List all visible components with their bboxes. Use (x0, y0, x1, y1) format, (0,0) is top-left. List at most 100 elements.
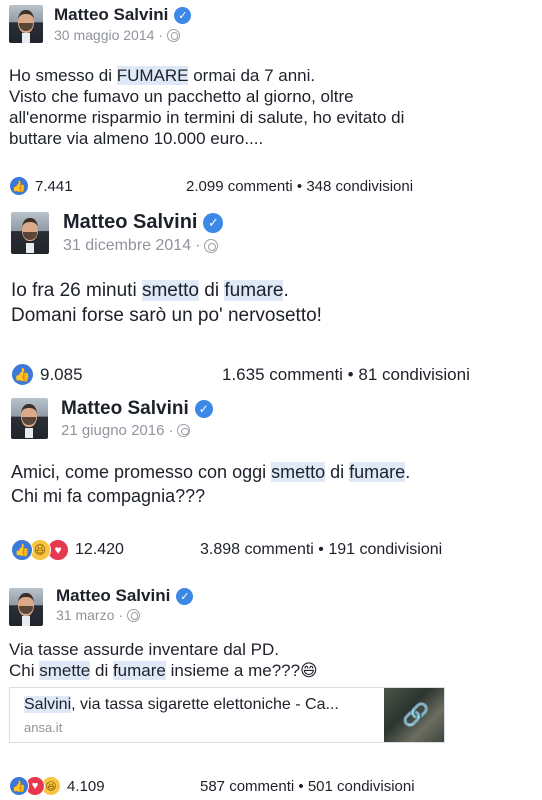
post-date[interactable]: 30 maggio 2014 (54, 27, 154, 43)
shares-count[interactable]: 501 condivisioni (308, 778, 415, 795)
highlighted-word: smetto (271, 462, 326, 482)
text-segment: di (325, 462, 350, 482)
text-segment: Chi mi fa compagnia??? (11, 486, 206, 506)
text-segment: Ho smesso di (9, 66, 117, 85)
link-chain-icon: 🔗 (402, 702, 430, 727)
post-1: Matteo Salvini ✓ 30 maggio 2014 · Ho sme… (0, 0, 542, 200)
separator: • (294, 778, 308, 795)
reactions-summary[interactable]: 👍 9.085 (11, 363, 83, 386)
link-title[interactable]: Salvini, via tassa sigarette elettoniche… (24, 696, 339, 714)
reactions-summary[interactable]: 👍 😆 ♥ 12.420 (11, 539, 124, 561)
shares-count[interactable]: 191 condivisioni (328, 541, 442, 558)
text-segment: Chi (9, 661, 40, 680)
reaction-icons[interactable]: 👍 (11, 363, 34, 386)
text-line: all'enorme risparmio in termini di salut… (9, 107, 404, 128)
like-icon[interactable]: 👍 (9, 776, 29, 796)
post-date[interactable]: 31 dicembre 2014 (63, 237, 191, 255)
post-text: Io fra 26 minuti smetto di fumare. Domani… (11, 278, 322, 328)
text-segment: buttare via almeno 10.000 euro.... (9, 129, 264, 148)
comments-count[interactable]: 3.898 commenti (200, 541, 314, 558)
text-segment: , via tassa sigarette elettoniche - Ca..… (71, 696, 339, 713)
comments-shares: 587 commenti • 501 condivisioni (200, 778, 415, 795)
separator: • (292, 178, 307, 195)
highlighted-word: FUMARE (116, 66, 189, 85)
verified-badge-icon: ✓ (203, 212, 224, 233)
author-name[interactable]: Matteo Salvini (61, 398, 189, 420)
text-line: Chi smette di fumare insieme a me???😄 (9, 660, 318, 681)
dot-separator: · (195, 237, 201, 254)
avatar[interactable] (11, 212, 49, 254)
reaction-count[interactable]: 9.085 (40, 365, 83, 385)
text-segment: Io fra 26 minuti (11, 280, 142, 301)
avatar[interactable] (11, 398, 48, 439)
link-domain: ansa.it (24, 720, 63, 735)
dot-separator: · (158, 27, 164, 43)
text-line: Via tasse assurde inventare dal PD. (9, 639, 318, 660)
like-icon[interactable]: 👍 (9, 176, 29, 196)
verified-badge-icon: ✓ (176, 587, 194, 605)
text-segment: insieme a me???😄 (165, 661, 318, 680)
text-segment: Amici, come promesso con oggi (11, 462, 272, 482)
reaction-icons[interactable]: 👍 😆 ♥ (11, 539, 69, 561)
verified-badge-icon: ✓ (174, 6, 192, 24)
shares-count[interactable]: 81 condivisioni (358, 365, 470, 384)
avatar[interactable] (9, 5, 43, 43)
reaction-count[interactable]: 7.441 (35, 178, 73, 195)
globe-icon (167, 28, 181, 42)
text-line: Chi mi fa compagnia??? (11, 484, 410, 508)
post-date[interactable]: 21 giugno 2016 (61, 422, 164, 439)
highlighted-word: fumare (224, 280, 284, 301)
separator: • (313, 541, 329, 558)
comments-count[interactable]: 1.635 commenti (222, 365, 343, 384)
verified-badge-icon: ✓ (194, 400, 213, 418)
author-name[interactable]: Matteo Salvini (56, 586, 170, 606)
text-line: Domani forse sarò un po' nervosetto! (11, 303, 322, 328)
post-text: Ho smesso di FUMARE ormai da 7 anni. Vist… (9, 65, 404, 149)
reactions-summary[interactable]: 👍 ♥ 😆 4.109 (9, 776, 105, 796)
text-segment: . (283, 280, 289, 301)
text-line: Amici, come promesso con oggi smetto di … (11, 460, 410, 484)
author-name[interactable]: Matteo Salvini (54, 5, 168, 25)
post-3: Matteo Salvini ✓ 21 giugno 2016 · Amici,… (0, 392, 542, 580)
link-preview-card[interactable]: Salvini, via tassa sigarette elettoniche… (9, 687, 445, 743)
avatar[interactable] (9, 588, 43, 626)
comments-count[interactable]: 2.099 commenti (186, 178, 293, 195)
text-segment: Via tasse assurde inventare dal PD. (9, 640, 279, 659)
globe-icon (177, 424, 191, 437)
comments-shares: 2.099 commenti • 348 condivisioni (186, 178, 413, 195)
text-segment: all'enorme risparmio in termini di salut… (9, 108, 405, 127)
post-text: Amici, come promesso con oggi smetto di … (11, 460, 410, 508)
reaction-count[interactable]: 12.420 (75, 541, 124, 559)
text-line: Io fra 26 minuti smetto di fumare. (11, 278, 322, 303)
highlighted-word: fumare (349, 462, 406, 482)
globe-icon (127, 608, 141, 622)
reaction-icons[interactable]: 👍 (9, 176, 29, 196)
text-line: Ho smesso di FUMARE ormai da 7 anni. (9, 65, 404, 86)
like-icon[interactable]: 👍 (11, 539, 33, 561)
comments-shares: 3.898 commenti • 191 condivisioni (200, 541, 442, 559)
author-name[interactable]: Matteo Salvini (63, 211, 197, 234)
post-2: Matteo Salvini ✓ 31 dicembre 2014 · Io f… (0, 200, 542, 392)
text-segment: di (90, 661, 113, 680)
separator: • (342, 365, 359, 384)
post-date[interactable]: 31 marzo (56, 607, 114, 623)
text-segment: . (405, 462, 411, 482)
reaction-count[interactable]: 4.109 (67, 778, 105, 795)
comments-count[interactable]: 587 commenti (200, 778, 294, 795)
like-icon[interactable]: 👍 (11, 363, 34, 386)
highlighted-word: fumare (112, 661, 166, 680)
text-line: Visto che fumavo un pacchetto al giorno,… (9, 86, 404, 107)
link-thumbnail[interactable]: 🔗 (384, 688, 444, 742)
globe-icon (204, 239, 219, 253)
highlighted-word: smette (39, 661, 91, 680)
reactions-summary[interactable]: 👍 7.441 (9, 176, 73, 196)
highlighted-word: Salvini (24, 696, 72, 713)
post-text: Via tasse assurde inventare dal PD. Chi s… (9, 639, 318, 681)
reaction-icons[interactable]: 👍 ♥ 😆 (9, 776, 61, 796)
text-line: buttare via almeno 10.000 euro.... (9, 128, 404, 149)
shares-count[interactable]: 348 condivisioni (306, 178, 413, 195)
link-preview-wrap: Salvini, via tassa sigarette elettoniche… (0, 687, 542, 743)
post-4: Matteo Salvini ✓ 31 marzo · Via tasse as… (0, 580, 542, 800)
dot-separator: · (118, 607, 124, 623)
comments-shares: 1.635 commenti • 81 condivisioni (222, 365, 470, 385)
